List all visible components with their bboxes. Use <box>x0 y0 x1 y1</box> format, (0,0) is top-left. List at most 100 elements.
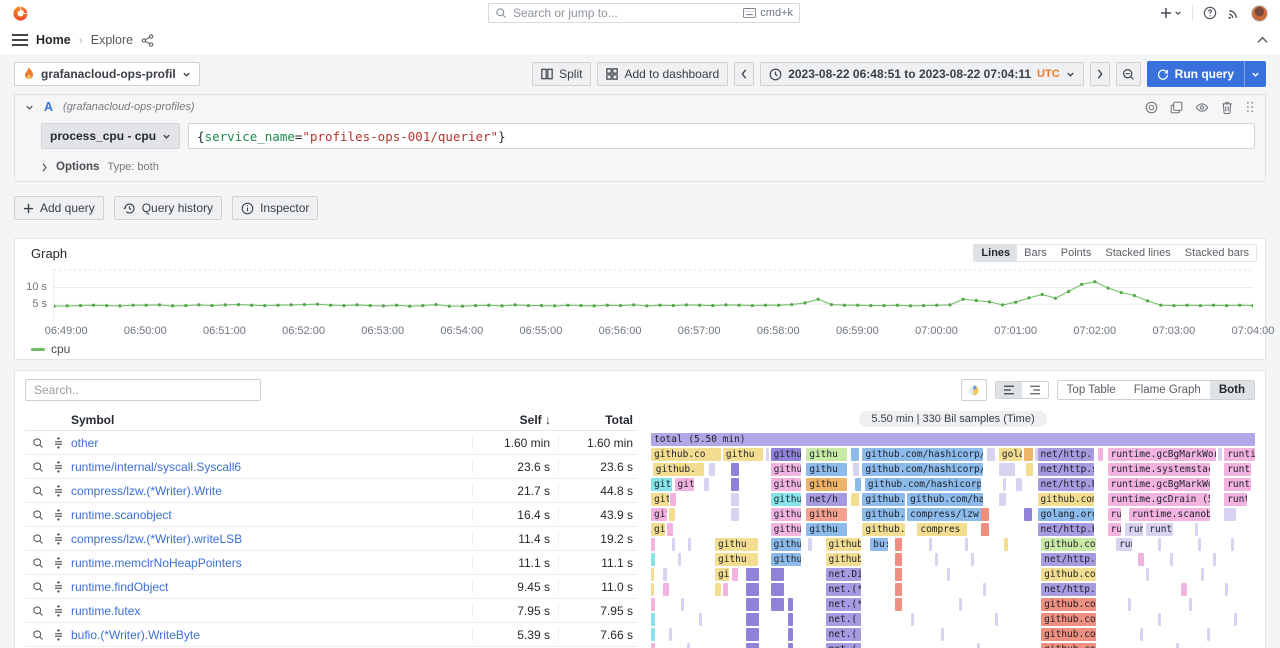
color-scheme-button[interactable] <box>961 379 987 401</box>
split-button[interactable]: Split <box>532 62 591 86</box>
flame-block[interactable]: git <box>675 478 694 491</box>
flame-block[interactable]: runtime.systemstack ( <box>1108 463 1211 476</box>
flame-block[interactable]: net/http.Han <box>1041 553 1095 566</box>
flame-block[interactable] <box>788 598 793 611</box>
query-expression-input[interactable]: {service_name="profiles-ops-001/querier"… <box>188 123 1255 149</box>
graph-legend[interactable]: cpu <box>31 342 70 356</box>
flame-block[interactable]: bu: <box>870 538 888 551</box>
flame-block[interactable] <box>977 643 980 648</box>
flame-block[interactable] <box>1176 643 1179 648</box>
run-query-dropdown[interactable] <box>1244 61 1266 87</box>
flame-block[interactable] <box>1026 463 1033 476</box>
row-search-icon[interactable] <box>29 461 47 473</box>
flame-block[interactable]: gi: <box>715 568 729 581</box>
flame-block[interactable]: githu <box>723 448 763 461</box>
flame-block[interactable] <box>1016 478 1021 491</box>
symbol-link[interactable]: runtime.findObject <box>71 580 473 594</box>
flame-block[interactable] <box>732 568 738 581</box>
flame-block[interactable]: golang.org/x <box>1038 508 1094 521</box>
flame-block[interactable] <box>895 553 902 566</box>
row-search-icon[interactable] <box>29 581 47 593</box>
graph-mode-stacked-bars[interactable]: Stacked bars <box>1178 245 1256 261</box>
flame-block[interactable]: github.cc <box>862 493 905 506</box>
flame-block[interactable] <box>965 538 968 551</box>
share-icon[interactable] <box>141 34 154 47</box>
flame-block[interactable]: net.( <box>826 643 861 648</box>
flame-block[interactable]: net/http.Han <box>1041 583 1095 596</box>
flame-block[interactable]: net/http.ser <box>1038 463 1094 476</box>
flame-block[interactable]: github.com/f <box>1041 613 1095 626</box>
flame-block[interactable] <box>687 643 690 648</box>
align-right-button[interactable] <box>1022 382 1048 398</box>
flame-block[interactable]: net.( <box>826 628 861 641</box>
flame-block[interactable]: githu <box>771 538 801 551</box>
flame-block[interactable] <box>771 598 785 611</box>
flame-block[interactable] <box>651 613 655 626</box>
view-top-table[interactable]: Top Table <box>1058 381 1125 399</box>
flame-block[interactable] <box>895 598 902 611</box>
flame-block[interactable] <box>731 463 739 476</box>
flame-block[interactable] <box>1024 448 1034 461</box>
flame-block[interactable]: github.com/c <box>1041 538 1095 551</box>
flame-block[interactable] <box>788 628 793 641</box>
flame-block[interactable]: git <box>651 493 669 506</box>
flame-block[interactable]: github <box>826 553 861 566</box>
grafana-logo-icon[interactable] <box>12 5 29 22</box>
flame-block[interactable] <box>723 583 728 596</box>
flame-block[interactable] <box>715 583 721 596</box>
news-rss-icon[interactable] <box>1227 6 1241 20</box>
flame-block[interactable] <box>672 538 675 551</box>
flame-block[interactable]: compress/lzw.(*W <box>907 508 983 521</box>
flame-block[interactable] <box>681 598 684 611</box>
time-series-plot[interactable] <box>53 269 1253 321</box>
flame-block[interactable] <box>1224 508 1236 521</box>
profile-type-selector[interactable]: process_cpu - cpu <box>41 123 180 149</box>
graph-mode-bars[interactable]: Bars <box>1017 245 1054 261</box>
flame-block[interactable] <box>651 598 655 611</box>
flame-block[interactable] <box>959 598 962 611</box>
flame-block[interactable]: githu <box>715 553 758 566</box>
flame-block[interactable] <box>731 478 739 491</box>
row-search-icon[interactable] <box>29 437 47 449</box>
flame-block[interactable]: githu <box>806 478 847 491</box>
flame-block[interactable]: net/http.Han <box>1038 523 1094 536</box>
symbol-link[interactable]: runtime.futex <box>71 604 473 618</box>
datasource-picker[interactable]: grafanacloud-ops-profil <box>14 62 200 86</box>
flame-block[interactable] <box>1181 583 1186 596</box>
flame-block[interactable] <box>746 598 758 611</box>
flame-block[interactable] <box>667 523 673 536</box>
flame-block[interactable]: github.com/hashicorp/memberlist.( <box>862 463 983 476</box>
query-history-button[interactable]: Query history <box>114 196 222 220</box>
flame-block[interactable]: net/http.(*c <box>1038 448 1094 461</box>
flame-block[interactable] <box>947 568 950 581</box>
flame-block[interactable] <box>746 628 758 641</box>
flame-block[interactable] <box>1189 598 1192 611</box>
flame-block[interactable] <box>983 583 986 596</box>
column-symbol[interactable]: Symbol <box>25 413 473 427</box>
add-to-dashboard-button[interactable]: Add to dashboard <box>597 62 728 86</box>
row-sandwich-view-icon[interactable] <box>49 629 67 641</box>
flame-block[interactable]: golan <box>999 448 1023 461</box>
flame-block[interactable]: github.com/f <box>1041 628 1095 641</box>
flame-block[interactable]: net.(* <box>826 598 861 611</box>
flame-block[interactable] <box>663 568 667 581</box>
flame-block[interactable]: githu <box>771 553 801 566</box>
flame-block[interactable]: githu <box>771 478 801 491</box>
flame-block[interactable] <box>1198 538 1201 551</box>
flame-block[interactable]: runtime <box>1224 448 1255 461</box>
flame-block[interactable] <box>981 508 988 521</box>
flame-block[interactable] <box>855 478 860 491</box>
help-icon[interactable] <box>1203 6 1217 20</box>
flame-block[interactable] <box>853 463 859 476</box>
flame-block[interactable] <box>746 643 758 648</box>
zoom-out-button[interactable] <box>1116 62 1141 86</box>
row-search-icon[interactable] <box>29 509 47 521</box>
flame-block[interactable]: github.com/g <box>1038 493 1094 506</box>
flame-block[interactable] <box>929 538 932 551</box>
flame-block[interactable]: runtin <box>1224 463 1251 476</box>
flame-block[interactable] <box>670 493 676 506</box>
flame-block[interactable]: runt: <box>1224 493 1247 506</box>
flame-block[interactable]: runt <box>1146 523 1173 536</box>
flame-block[interactable] <box>788 613 793 626</box>
flame-block[interactable]: github.com/g <box>1041 598 1095 611</box>
